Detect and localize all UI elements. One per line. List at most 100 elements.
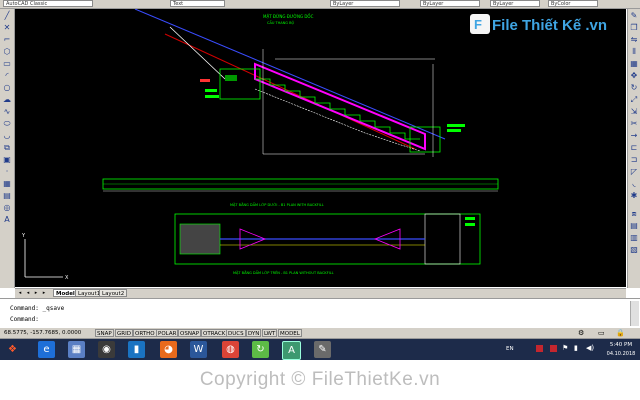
hatch-icon[interactable]: ▦ xyxy=(2,179,12,189)
stretch-icon[interactable]: ⇲ xyxy=(629,107,639,117)
mirror-icon[interactable]: ⇋ xyxy=(629,35,639,45)
match-prop-icon[interactable]: ▧ xyxy=(629,245,639,255)
trim-icon[interactable]: ✂ xyxy=(629,119,639,129)
network-icon[interactable]: ▦ xyxy=(68,341,85,358)
fillet-icon[interactable]: ◟ xyxy=(629,179,639,189)
lwt-button[interactable]: LWT xyxy=(262,329,278,337)
paint-icon[interactable]: ✎ xyxy=(314,341,331,358)
start-icon[interactable]: ❖ xyxy=(4,341,21,358)
label-block-red xyxy=(200,79,210,82)
polygon-icon[interactable]: ⬡ xyxy=(2,47,12,57)
ucs-x-label: X xyxy=(65,275,69,281)
otrack-button[interactable]: OTRACK xyxy=(201,329,228,337)
polar-button[interactable]: POLAR xyxy=(156,329,179,337)
filethietke-logo: F File Thiết Kế .vn xyxy=(470,12,620,38)
workspace-dropdown[interactable]: AutoCAD Classic xyxy=(3,0,93,7)
layer-tool-icon[interactable]: ▥ xyxy=(629,233,639,243)
label-block-3 xyxy=(447,124,465,127)
grid-button[interactable]: GRID xyxy=(115,329,133,337)
explode-icon[interactable]: ✱ xyxy=(629,191,639,201)
autocad-icon[interactable]: A xyxy=(282,341,301,360)
gradient-icon[interactable]: ▤ xyxy=(2,191,12,201)
scale-icon[interactable]: ⤢ xyxy=(629,95,639,105)
firefox-icon[interactable]: ◕ xyxy=(160,341,177,358)
ellipse-icon[interactable]: ⬭ xyxy=(2,119,12,129)
language-indicator[interactable]: EN xyxy=(506,346,514,352)
offset-icon[interactable]: ⫴ xyxy=(629,47,639,57)
landing-detail xyxy=(225,75,237,81)
drawing-canvas[interactable]: MẶT ĐỨNG ĐƯỜNG DỐC CẦU THANG BỘ MẶT BẰNG… xyxy=(15,9,626,287)
caption-2: MẶT BẰNG DẦM LỚP TRÊN - B1 PLAN WITHOUT … xyxy=(233,270,334,275)
prev-tab-icon[interactable]: ◂ xyxy=(25,290,31,296)
lock-icon[interactable]: 🔒 xyxy=(616,329,625,337)
revcloud-icon[interactable]: ☁ xyxy=(2,95,12,105)
clock-time[interactable]: 5:40 PM xyxy=(604,342,638,348)
color-dropdown[interactable]: ByColor xyxy=(548,0,598,7)
copy-icon[interactable]: ❐ xyxy=(629,23,639,33)
plan-label-2 xyxy=(465,223,475,226)
osnap-button[interactable]: OSNAP xyxy=(178,329,202,337)
move-icon[interactable]: ✥ xyxy=(629,71,639,81)
tool-icon[interactable]: ↻ xyxy=(252,341,269,358)
rotate-icon[interactable]: ↻ xyxy=(629,83,639,93)
break-icon[interactable]: ⊏ xyxy=(629,143,639,153)
annotation-scale-icon[interactable]: ⚙ xyxy=(578,329,586,337)
plan-left-block xyxy=(179,223,221,255)
array-icon[interactable]: ▦ xyxy=(629,59,639,69)
insert-block-icon[interactable]: ⧉ xyxy=(2,143,12,153)
ellipse-arc-icon[interactable]: ◡ xyxy=(2,131,12,141)
chamfer-icon[interactable]: ◸ xyxy=(629,167,639,177)
volume-icon[interactable]: ◀) xyxy=(586,344,594,352)
draworder-icon[interactable]: ⧈ xyxy=(629,209,639,219)
first-tab-icon[interactable]: ◂ xyxy=(17,290,23,296)
stair-slab xyxy=(254,62,426,151)
label-block-4 xyxy=(447,129,461,132)
spline-icon[interactable]: ∿ xyxy=(2,107,12,117)
tray-app-icon[interactable] xyxy=(536,345,543,352)
line-icon[interactable]: ╱ xyxy=(2,11,12,21)
ie-icon[interactable]: e xyxy=(38,341,55,358)
region-icon[interactable]: ◎ xyxy=(2,203,12,213)
point-icon[interactable]: · xyxy=(2,167,12,177)
make-block-icon[interactable]: ▣ xyxy=(2,155,12,165)
plan-label-1 xyxy=(465,217,475,220)
layer-dropdown[interactable]: ByLayer xyxy=(330,0,400,7)
next-tab-icon[interactable]: ▸ xyxy=(33,290,39,296)
ducs-button[interactable]: DUCS xyxy=(226,329,246,337)
join-icon[interactable]: ⊐ xyxy=(629,155,639,165)
last-tab-icon[interactable]: ▸ xyxy=(41,290,47,296)
clean-screen-icon[interactable]: ▭ xyxy=(598,329,606,337)
polyline-icon[interactable]: ⌐ xyxy=(2,35,12,45)
draw-toolbar: ╱ ✕ ⌐ ⬡ ▭ ◜ ○ ☁ ∿ ⬭ ◡ ⧉ ▣ · ▦ ▤ ◎ A xyxy=(0,9,15,288)
tray-app-icon-2[interactable] xyxy=(550,345,557,352)
ortho-button[interactable]: ORTHO xyxy=(133,329,157,337)
extend-icon[interactable]: → xyxy=(629,131,639,141)
tray-flag-icon[interactable]: ⚑ xyxy=(562,344,568,352)
copyright-text: Copyright © FileThietKe.vn xyxy=(199,369,441,390)
properties-icon[interactable]: ▤ xyxy=(629,221,639,231)
media-icon[interactable]: ▮ xyxy=(128,341,145,358)
circle-icon[interactable]: ○ xyxy=(2,83,12,93)
command-prompt[interactable]: Command: xyxy=(10,316,39,323)
tab-layout2[interactable]: Layout2 xyxy=(99,289,128,297)
rectangle-icon[interactable]: ▭ xyxy=(2,59,12,69)
command-scrollbar[interactable] xyxy=(630,301,639,326)
dyn-button[interactable]: DYN xyxy=(246,329,262,337)
clock-date[interactable]: 04.10.2018 xyxy=(602,351,640,357)
linetype-dropdown[interactable]: ByLayer xyxy=(420,0,480,7)
app-icon[interactable]: ◉ xyxy=(98,341,115,358)
mtext-icon[interactable]: A xyxy=(2,215,12,225)
layout-tabs: ◂ ◂ ▸ ▸ Model Layout1 Layout2 xyxy=(15,288,626,298)
command-window[interactable]: Command: _qsave Command: xyxy=(0,298,640,329)
arc-icon[interactable]: ◜ xyxy=(2,71,12,81)
model-button[interactable]: MODEL xyxy=(278,329,302,337)
textstyle-dropdown[interactable]: Text xyxy=(170,0,225,7)
network-tray-icon[interactable]: ▮ xyxy=(574,344,578,352)
word-icon[interactable]: W xyxy=(190,341,207,358)
erase-icon[interactable]: ✎ xyxy=(629,11,639,21)
snap-button[interactable]: SNAP xyxy=(95,329,114,337)
lineweight-dropdown[interactable]: ByLayer xyxy=(490,0,540,7)
construction-line-icon[interactable]: ✕ xyxy=(2,23,12,33)
chrome-icon[interactable]: ◍ xyxy=(222,341,239,358)
label-block-1 xyxy=(205,89,217,92)
